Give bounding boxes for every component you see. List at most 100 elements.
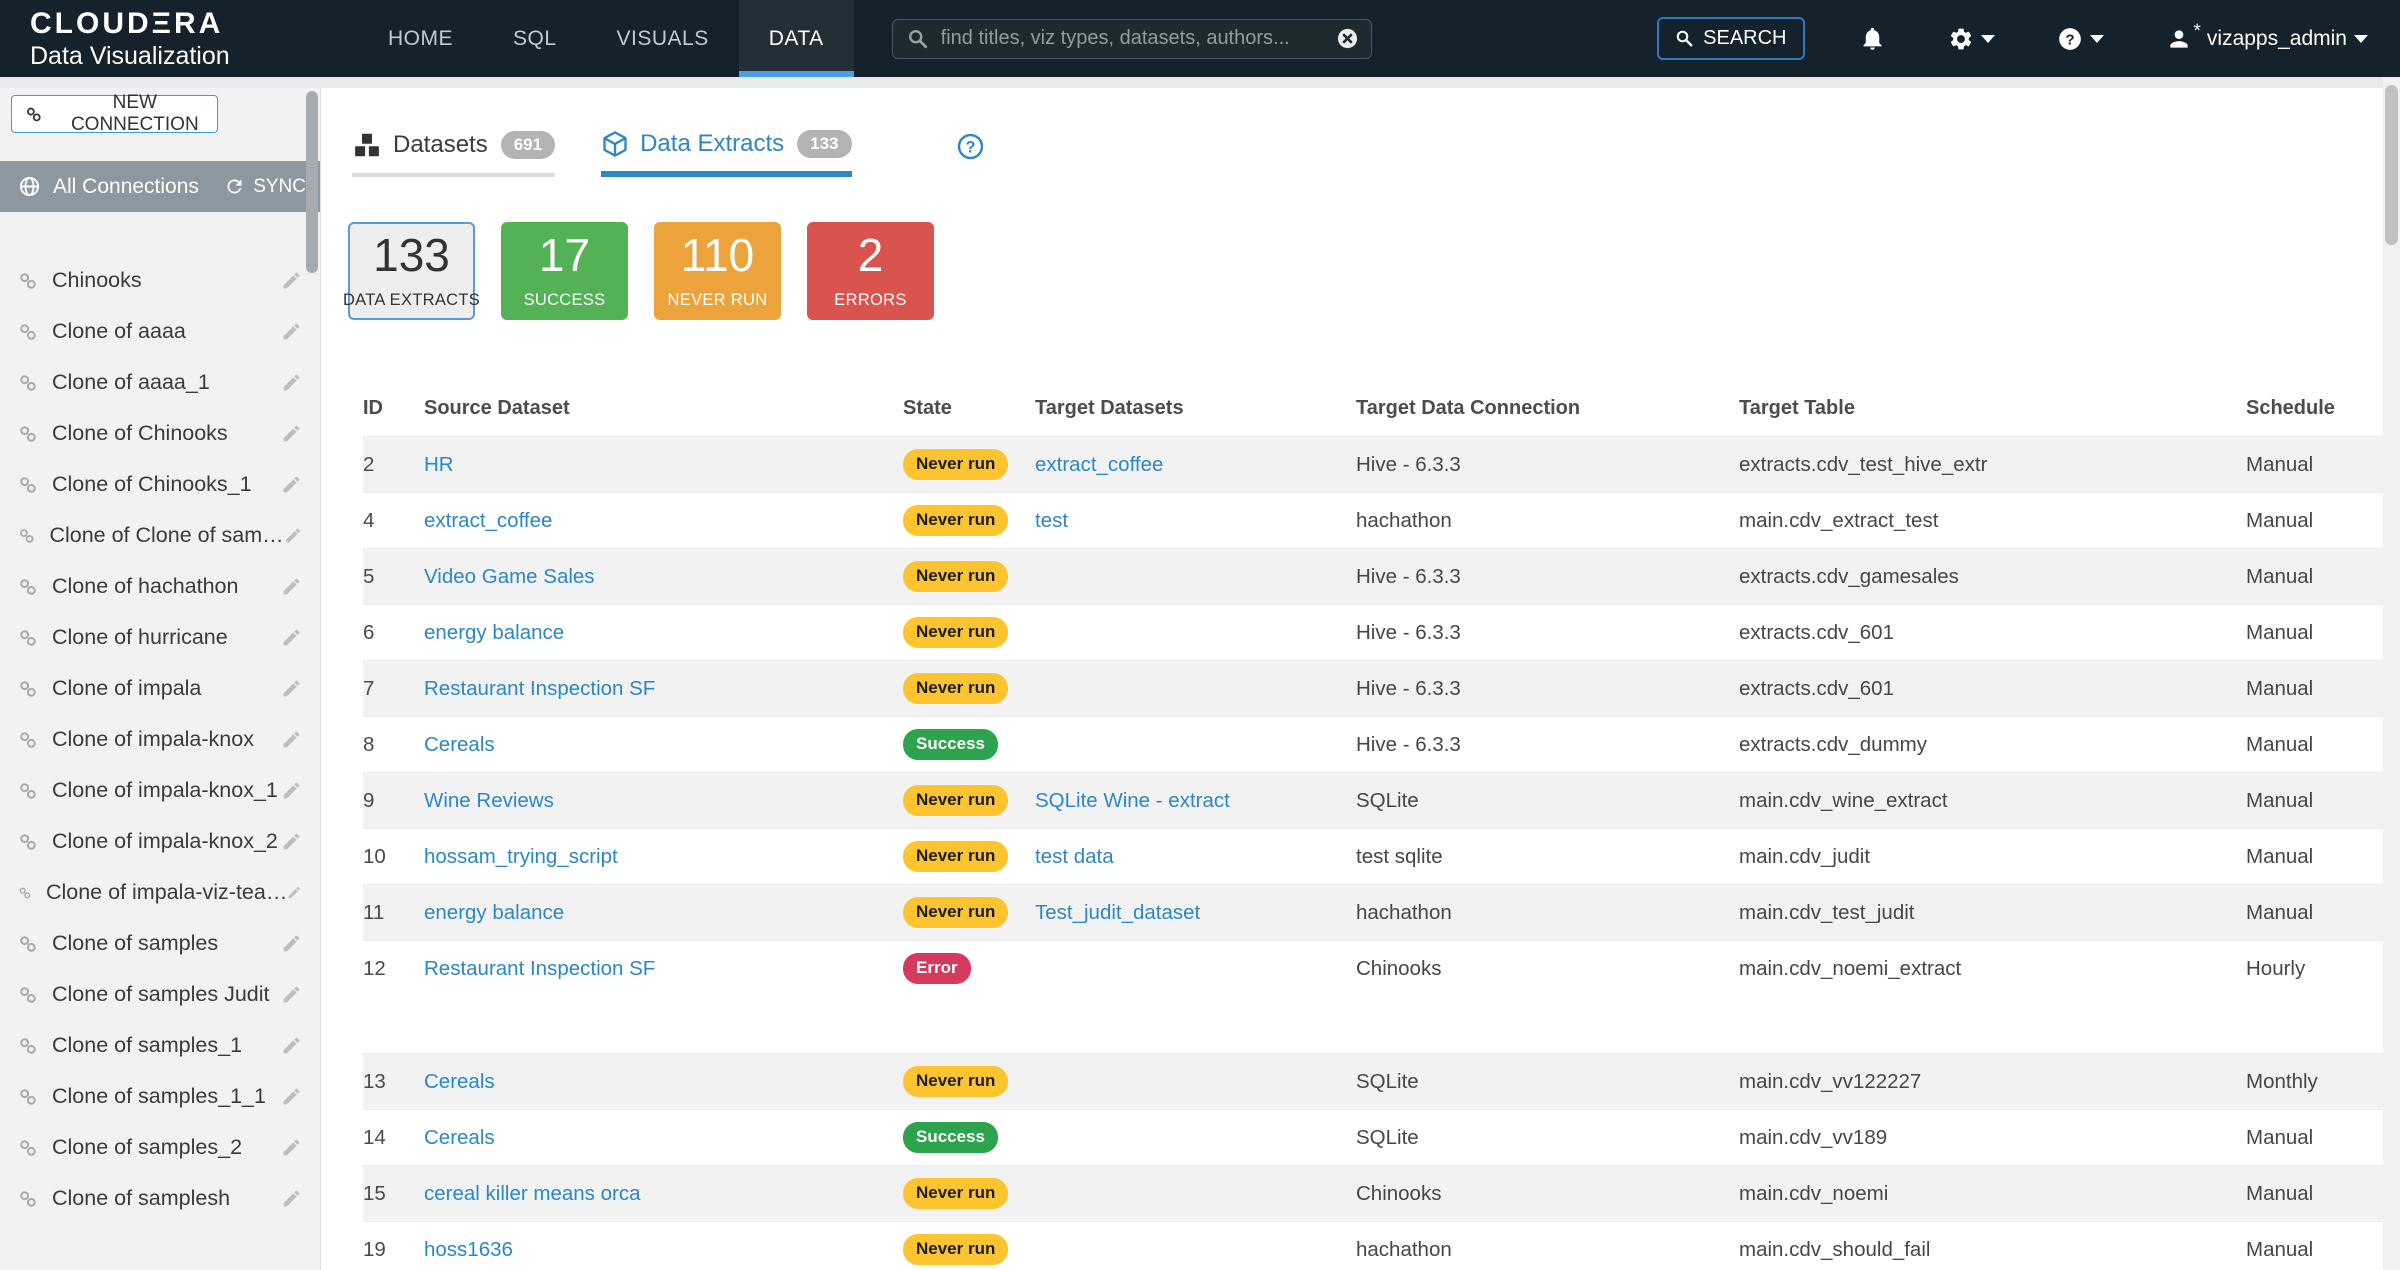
connection-item[interactable]: Chinooks [0, 255, 320, 306]
edit-pencil-icon[interactable] [281, 627, 302, 648]
source-dataset-link[interactable]: cereal killer means orca [424, 1182, 640, 1205]
connection-item[interactable]: Clone of impala-viz-tea… [0, 867, 320, 918]
edit-pencil-icon[interactable] [284, 525, 302, 546]
connection-item[interactable]: Clone of aaaa [0, 306, 320, 357]
help-circle-icon[interactable] [956, 132, 985, 177]
source-dataset-link[interactable]: energy balance [424, 901, 564, 924]
connection-item[interactable]: Clone of hurricane [0, 612, 320, 663]
connection-item[interactable]: Clone of aaaa_1 [0, 357, 320, 408]
target-table: main.cdv_noemi_extract [1739, 957, 2246, 981]
edit-pencil-icon[interactable] [281, 1188, 302, 1209]
global-search-box[interactable] [892, 19, 1372, 59]
edit-pencil-icon[interactable] [281, 831, 302, 852]
clear-search-icon[interactable] [1336, 27, 1359, 50]
notifications-bell-icon[interactable] [1859, 25, 1886, 52]
connection-item[interactable]: Clone of hachathon [0, 561, 320, 612]
edit-pencil-icon[interactable] [281, 780, 302, 801]
user-menu[interactable]: * vizapps_admin [2166, 26, 2369, 52]
stat-card-data-extracts[interactable]: 133 DATA EXTRACTS [348, 222, 475, 320]
stat-card-never-run[interactable]: 110 NEVER RUN [654, 222, 781, 320]
stat-label: NEVER RUN [668, 291, 768, 310]
edit-pencil-icon[interactable] [281, 270, 302, 291]
connection-item[interactable]: Clone of samples Judit [0, 969, 320, 1020]
connection-item[interactable]: Clone of samples_1 [0, 1020, 320, 1071]
source-dataset-link[interactable]: Restaurant Inspection SF [424, 957, 655, 980]
connection-item[interactable]: Clone of samples [0, 918, 320, 969]
edit-pencil-icon[interactable] [287, 882, 302, 903]
target-data-connection: hachathon [1356, 1238, 1739, 1262]
source-dataset-link[interactable]: hossam_trying_script [424, 845, 618, 868]
edit-pencil-icon[interactable] [281, 1086, 302, 1107]
edit-pencil-icon[interactable] [281, 474, 302, 495]
sidebar-scrollbar[interactable] [306, 91, 318, 273]
edit-pencil-icon[interactable] [281, 576, 302, 597]
source-dataset-link[interactable]: Cereals [424, 733, 495, 756]
connection-item[interactable]: Clone of samples_2 [0, 1122, 320, 1173]
connection-item[interactable]: Clone of samples_1_1 [0, 1071, 320, 1122]
tab-data-extracts[interactable]: Data Extracts 133 [601, 130, 851, 177]
source-dataset-link[interactable]: Wine Reviews [424, 789, 554, 812]
column-header: State [903, 397, 1035, 420]
search-button[interactable]: SEARCH [1657, 17, 1804, 60]
source-dataset-link[interactable]: HR [424, 453, 454, 476]
schedule: Manual [2246, 565, 2383, 589]
connection-item[interactable]: Clone of impala-knox_2 [0, 816, 320, 867]
connection-item[interactable]: Clone of impala-knox [0, 714, 320, 765]
extract-id: 15 [363, 1182, 424, 1206]
edit-pencil-icon[interactable] [281, 678, 302, 699]
nav-item-sql[interactable]: SQL [483, 0, 587, 77]
edit-pencil-icon[interactable] [281, 1137, 302, 1158]
new-connection-button[interactable]: NEW CONNECTION [11, 95, 218, 133]
source-dataset-link[interactable]: energy balance [424, 621, 564, 644]
source-dataset-link[interactable]: Restaurant Inspection SF [424, 677, 655, 700]
edit-pencil-icon[interactable] [281, 729, 302, 750]
edit-pencil-icon[interactable] [281, 372, 302, 393]
source-dataset-link[interactable]: Cereals [424, 1126, 495, 1149]
table-header-row: IDSource DatasetStateTarget DatasetsTarg… [363, 380, 2383, 436]
stat-label: SUCCESS [524, 291, 606, 310]
source-dataset-link[interactable]: hoss1636 [424, 1238, 513, 1261]
tab-datasets[interactable]: Datasets 691 [352, 130, 555, 177]
target-table: extracts.cdv_601 [1739, 677, 2246, 701]
target-dataset-link[interactable]: extract_coffee [1035, 453, 1163, 476]
target-data-connection: Hive - 6.3.3 [1356, 565, 1739, 589]
connection-item[interactable]: Clone of Chinooks [0, 408, 320, 459]
stat-card-errors[interactable]: 2 ERRORS [807, 222, 934, 320]
caret-down-icon [2090, 35, 2104, 43]
connection-item[interactable]: Clone of Clone of sam… [0, 510, 320, 561]
schedule: Manual [2246, 1238, 2383, 1262]
source-dataset-link[interactable]: Video Game Sales [424, 565, 595, 588]
target-dataset-link[interactable]: SQLite Wine - extract [1035, 789, 1230, 812]
source-dataset-link[interactable]: extract_coffee [424, 509, 552, 532]
connection-item[interactable]: Clone of Chinooks_1 [0, 459, 320, 510]
source-dataset-link[interactable]: Cereals [424, 1070, 495, 1093]
search-input[interactable] [941, 27, 1336, 50]
nav-item-visuals[interactable]: VISUALS [587, 0, 739, 77]
target-dataset-link[interactable]: test data [1035, 845, 1114, 868]
connection-item[interactable]: Clone of impala-knox_1 [0, 765, 320, 816]
edit-pencil-icon[interactable] [281, 321, 302, 342]
edit-pencil-icon[interactable] [281, 1035, 302, 1056]
connection-name: Clone of samples Judit [52, 982, 270, 1007]
edit-pencil-icon[interactable] [281, 933, 302, 954]
link-icon [18, 271, 38, 291]
all-connections-header[interactable]: All Connections SYNC [0, 161, 320, 212]
edit-pencil-icon[interactable] [281, 423, 302, 444]
link-icon [25, 105, 43, 124]
edit-pencil-icon[interactable] [281, 984, 302, 1005]
connection-item[interactable]: Clone of samplesh [0, 1173, 320, 1224]
data-extracts-table: IDSource DatasetStateTarget DatasetsTarg… [363, 380, 2383, 1270]
nav-item-data[interactable]: DATA [739, 0, 854, 77]
connection-name: Clone of impala-viz-tea… [46, 880, 287, 905]
help-menu[interactable] [2057, 26, 2104, 52]
app-logo[interactable]: CLOUDΞRA Data Visualization [30, 0, 330, 77]
stat-card-success[interactable]: 17 SUCCESS [501, 222, 628, 320]
nav-item-home[interactable]: HOME [358, 0, 483, 77]
target-dataset-link[interactable]: Test_judit_dataset [1035, 901, 1200, 924]
extract-row: 9 Wine Reviews Never run SQLite Wine - e… [363, 772, 2383, 828]
page-scrollbar[interactable] [2385, 85, 2398, 245]
target-dataset-link[interactable]: test [1035, 509, 1068, 532]
sync-button[interactable]: SYNC [224, 176, 306, 198]
settings-gear-menu[interactable] [1948, 26, 1995, 52]
connection-item[interactable]: Clone of impala [0, 663, 320, 714]
